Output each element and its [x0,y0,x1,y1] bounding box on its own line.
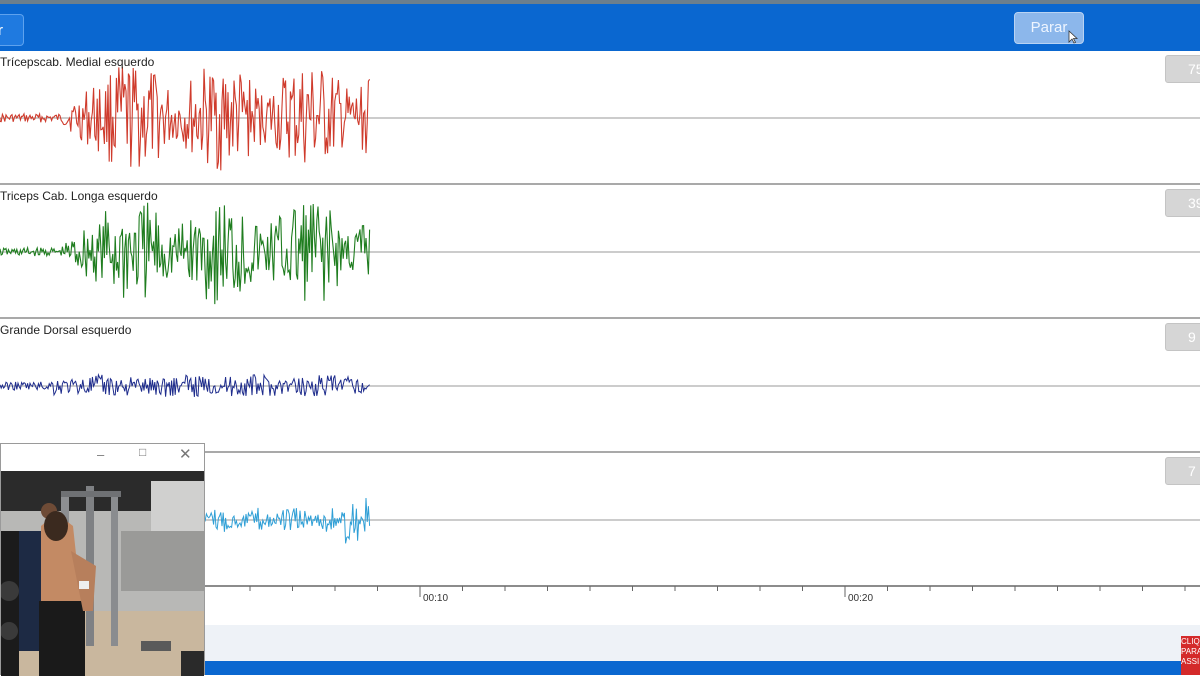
minimize-icon[interactable]: – [97,447,104,462]
toolbar-left-button[interactable]: r [0,14,24,46]
maximize-icon[interactable]: □ [139,445,146,459]
channel-value-button[interactable]: 75 [1165,55,1200,83]
emg-waveform [0,67,371,171]
channel-value-button[interactable]: 9 [1165,323,1200,351]
camera-video-frame [1,471,204,676]
emg-signal-3 [0,372,1200,398]
emg-channel-1: Trícepscab. Medial esquerdo 75 [0,51,1200,185]
channel-value-button[interactable]: 39 [1165,189,1200,217]
emg-waveform [0,202,371,305]
channel-label: Triceps Cab. Longa esquerdo [0,189,158,203]
gym-scene-image [1,471,204,676]
mouse-pointer-icon [1068,30,1078,44]
time-tick-label: 00:20 [848,593,874,604]
camera-preview-window[interactable]: – □ ✕ [0,443,205,676]
channel-label: Grande Dorsal esquerdo [0,323,132,337]
close-icon[interactable]: ✕ [179,445,192,463]
emg-signal-2 [0,202,1200,305]
time-tick-label: 00:10 [423,593,449,604]
subscribe-badge[interactable]: CLIQ PARA ASSI [1181,636,1200,675]
emg-channel-2: Triceps Cab. Longa esquerdo 39 [0,185,1200,319]
toolbar: r Parar [0,4,1200,51]
channel-value-button[interactable]: 7 [1165,457,1200,485]
emg-channel-3: Grande Dorsal esquerdo 9 [0,319,1200,453]
emg-signal-1 [0,67,1200,171]
channel-label: Trícepscab. Medial esquerdo [0,55,155,69]
